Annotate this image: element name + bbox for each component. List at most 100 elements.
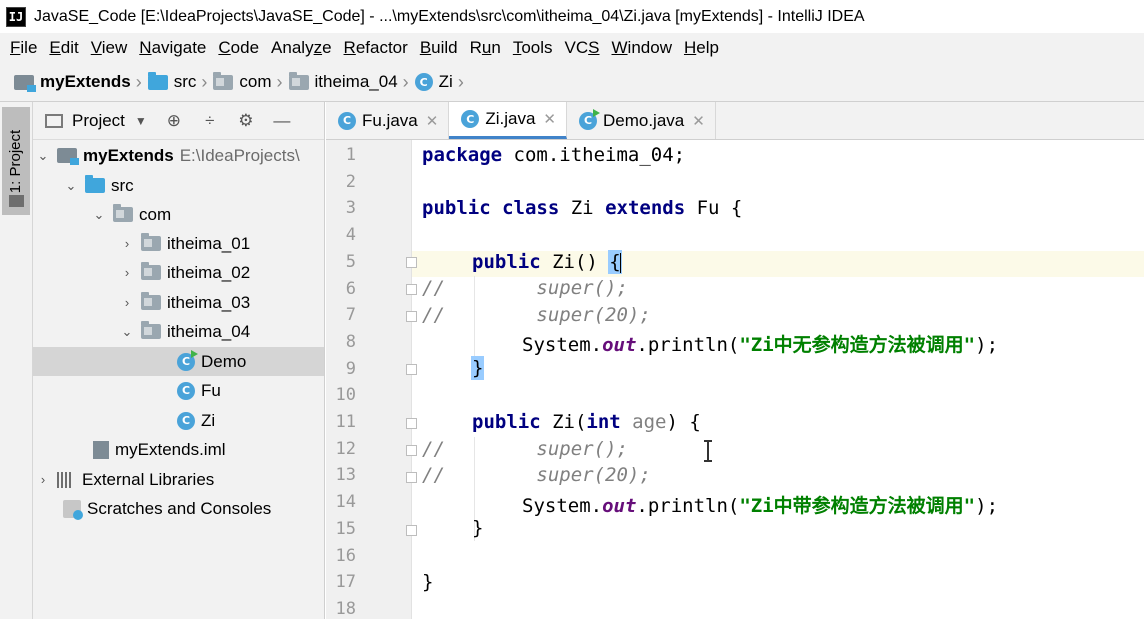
fold-marker-icon[interactable]: [406, 525, 417, 536]
breadcrumb-src[interactable]: src: [147, 71, 196, 92]
menu-item-4[interactable]: Code: [212, 38, 265, 58]
tab-zi-java[interactable]: C Zi.java ✕: [449, 102, 567, 139]
tree-item-itheima-02[interactable]: › itheima_02: [117, 258, 250, 287]
code-line-8: System.out.println("Zi中无参构造方法被调用");: [522, 334, 999, 356]
chevron-down-icon[interactable]: ⌄: [117, 324, 137, 340]
breadcrumb-com-label: com: [239, 72, 272, 91]
breadcrumb-class-label: Zi: [438, 72, 453, 91]
fold-marker-icon[interactable]: [406, 472, 417, 483]
tree-item-fu[interactable]: C Fu: [177, 376, 221, 405]
tree-item-com[interactable]: ⌄ com: [89, 200, 171, 229]
project-view-selector[interactable]: Project: [72, 111, 125, 131]
scroll-from-source-icon[interactable]: ⊕: [165, 111, 183, 130]
tree-item-itheima-01[interactable]: › itheima_01: [117, 229, 250, 258]
chevron-down-icon[interactable]: ▼: [135, 114, 147, 128]
chevron-right-icon[interactable]: ›: [117, 265, 137, 280]
tree-item-zi[interactable]: C Zi: [177, 406, 215, 435]
line-number: 15: [335, 518, 356, 539]
package-folder-icon: [141, 321, 161, 339]
gear-icon[interactable]: ⚙: [237, 111, 255, 130]
code-line-11: public Zi(int age) {: [472, 411, 701, 433]
collapse-all-icon[interactable]: ÷: [201, 111, 219, 130]
tree-item-itheima-03[interactable]: › itheima_03: [117, 288, 250, 317]
code-editor[interactable]: 1 2 3 4 5 6 7 8 9 10 11 12 13 14 15 16 17 18 package com.…: [326, 140, 1144, 619]
tree-item-label: Demo: [201, 351, 247, 371]
project-panel-header: Project ▼ ⊕ ÷ ⚙ —: [33, 102, 324, 140]
line-number: 4: [345, 225, 356, 246]
menu-item-6[interactable]: Refactor: [338, 38, 414, 58]
line-number: 14: [335, 492, 356, 513]
hide-panel-icon[interactable]: —: [273, 111, 291, 130]
package-folder-icon: [141, 292, 161, 310]
tab-demo-java[interactable]: C Demo.java ✕: [567, 102, 716, 139]
project-panel: Project ▼ ⊕ ÷ ⚙ — ⌄ myExtends E:\IdeaPro…: [33, 102, 325, 619]
tree-item-external-libraries[interactable]: › External Libraries: [33, 465, 214, 494]
menu-item-11[interactable]: Window: [606, 38, 678, 58]
tab-label: Fu.java: [362, 110, 418, 130]
line-number: 18: [335, 598, 356, 619]
line-number: 10: [335, 385, 356, 406]
fold-marker-icon[interactable]: [406, 257, 417, 268]
menu-item-0[interactable]: File: [4, 38, 43, 58]
module-folder-icon: [57, 148, 79, 165]
chevron-down-icon[interactable]: ⌄: [61, 178, 81, 194]
close-icon[interactable]: ✕: [426, 112, 439, 130]
tab-fu-java[interactable]: C Fu.java ✕: [326, 102, 450, 139]
code-line-6: // super();: [422, 277, 628, 299]
tree-item-label: myExtends.iml: [115, 439, 226, 459]
menu-item-12[interactable]: Help: [678, 38, 725, 58]
chevron-right-icon[interactable]: ›: [33, 472, 53, 487]
package-folder-icon: [141, 233, 161, 251]
tree-item-scratches[interactable]: Scratches and Consoles: [63, 494, 271, 523]
current-line-highlight: [326, 251, 1144, 277]
module-file-icon: [93, 440, 109, 459]
breadcrumb-module[interactable]: myExtends: [14, 72, 131, 92]
mouse-ibeam-cursor-icon: [704, 440, 712, 462]
tree-item-label: External Libraries: [82, 469, 215, 489]
package-folder-icon: [213, 71, 234, 90]
menu-item-8[interactable]: Run: [464, 38, 507, 58]
tree-item-iml[interactable]: myExtends.iml: [93, 435, 226, 464]
tree-item-label: myExtends: [83, 145, 174, 165]
menu-item-3[interactable]: Navigate: [133, 38, 212, 58]
close-icon[interactable]: ✕: [543, 110, 556, 128]
code-line-12: // super();: [422, 438, 628, 460]
fold-marker-icon[interactable]: [406, 418, 417, 429]
chevron-down-icon[interactable]: ⌄: [33, 148, 53, 164]
tree-item-src[interactable]: ⌄ src: [61, 171, 134, 200]
close-icon[interactable]: ✕: [692, 112, 705, 130]
menu-item-5[interactable]: Analyze: [265, 38, 338, 58]
fold-marker-icon[interactable]: [406, 445, 417, 456]
tree-item-itheima-04[interactable]: ⌄ itheima_04: [117, 317, 250, 346]
chevron-right-icon[interactable]: ›: [117, 295, 137, 310]
matched-brace: }: [470, 356, 485, 380]
tree-item-demo[interactable]: C Demo: [33, 347, 324, 376]
module-folder-icon: [14, 74, 36, 92]
tree-item-myextends[interactable]: ⌄ myExtends E:\IdeaProjects\: [33, 141, 324, 170]
tree-item-label: Scratches and Consoles: [87, 498, 272, 518]
tab-label: Demo.java: [602, 110, 685, 130]
line-number: 9: [345, 358, 356, 379]
breadcrumb-com[interactable]: com: [213, 71, 272, 92]
chevron-down-icon[interactable]: ⌄: [89, 207, 109, 223]
project-view-icon: [45, 113, 63, 128]
breadcrumb-package-label: itheima_04: [314, 72, 398, 91]
scratches-icon: [63, 499, 83, 520]
tree-item-path: E:\IdeaProjects\: [179, 145, 300, 165]
breadcrumb-package[interactable]: itheima_04: [288, 71, 398, 92]
menu-item-9[interactable]: Tools: [507, 38, 559, 58]
fold-marker-icon[interactable]: [406, 284, 417, 295]
line-number: 3: [345, 198, 356, 219]
fold-marker-icon[interactable]: [406, 311, 417, 322]
menu-bar: File Edit View Navigate Code Analyze Refactor B…: [0, 33, 1144, 63]
menu-item-2[interactable]: View: [85, 38, 134, 58]
menu-item-1[interactable]: Edit: [43, 38, 84, 58]
fold-marker-icon[interactable]: [406, 364, 417, 375]
class-icon: C: [338, 111, 356, 130]
menu-item-10[interactable]: VCS: [559, 38, 606, 58]
project-tool-tab-label: 1: Project: [7, 129, 25, 193]
breadcrumb-class[interactable]: C Zi: [414, 72, 453, 92]
chevron-right-icon[interactable]: ›: [117, 236, 137, 251]
menu-item-7[interactable]: Build: [414, 38, 464, 58]
package-folder-icon: [141, 262, 161, 280]
